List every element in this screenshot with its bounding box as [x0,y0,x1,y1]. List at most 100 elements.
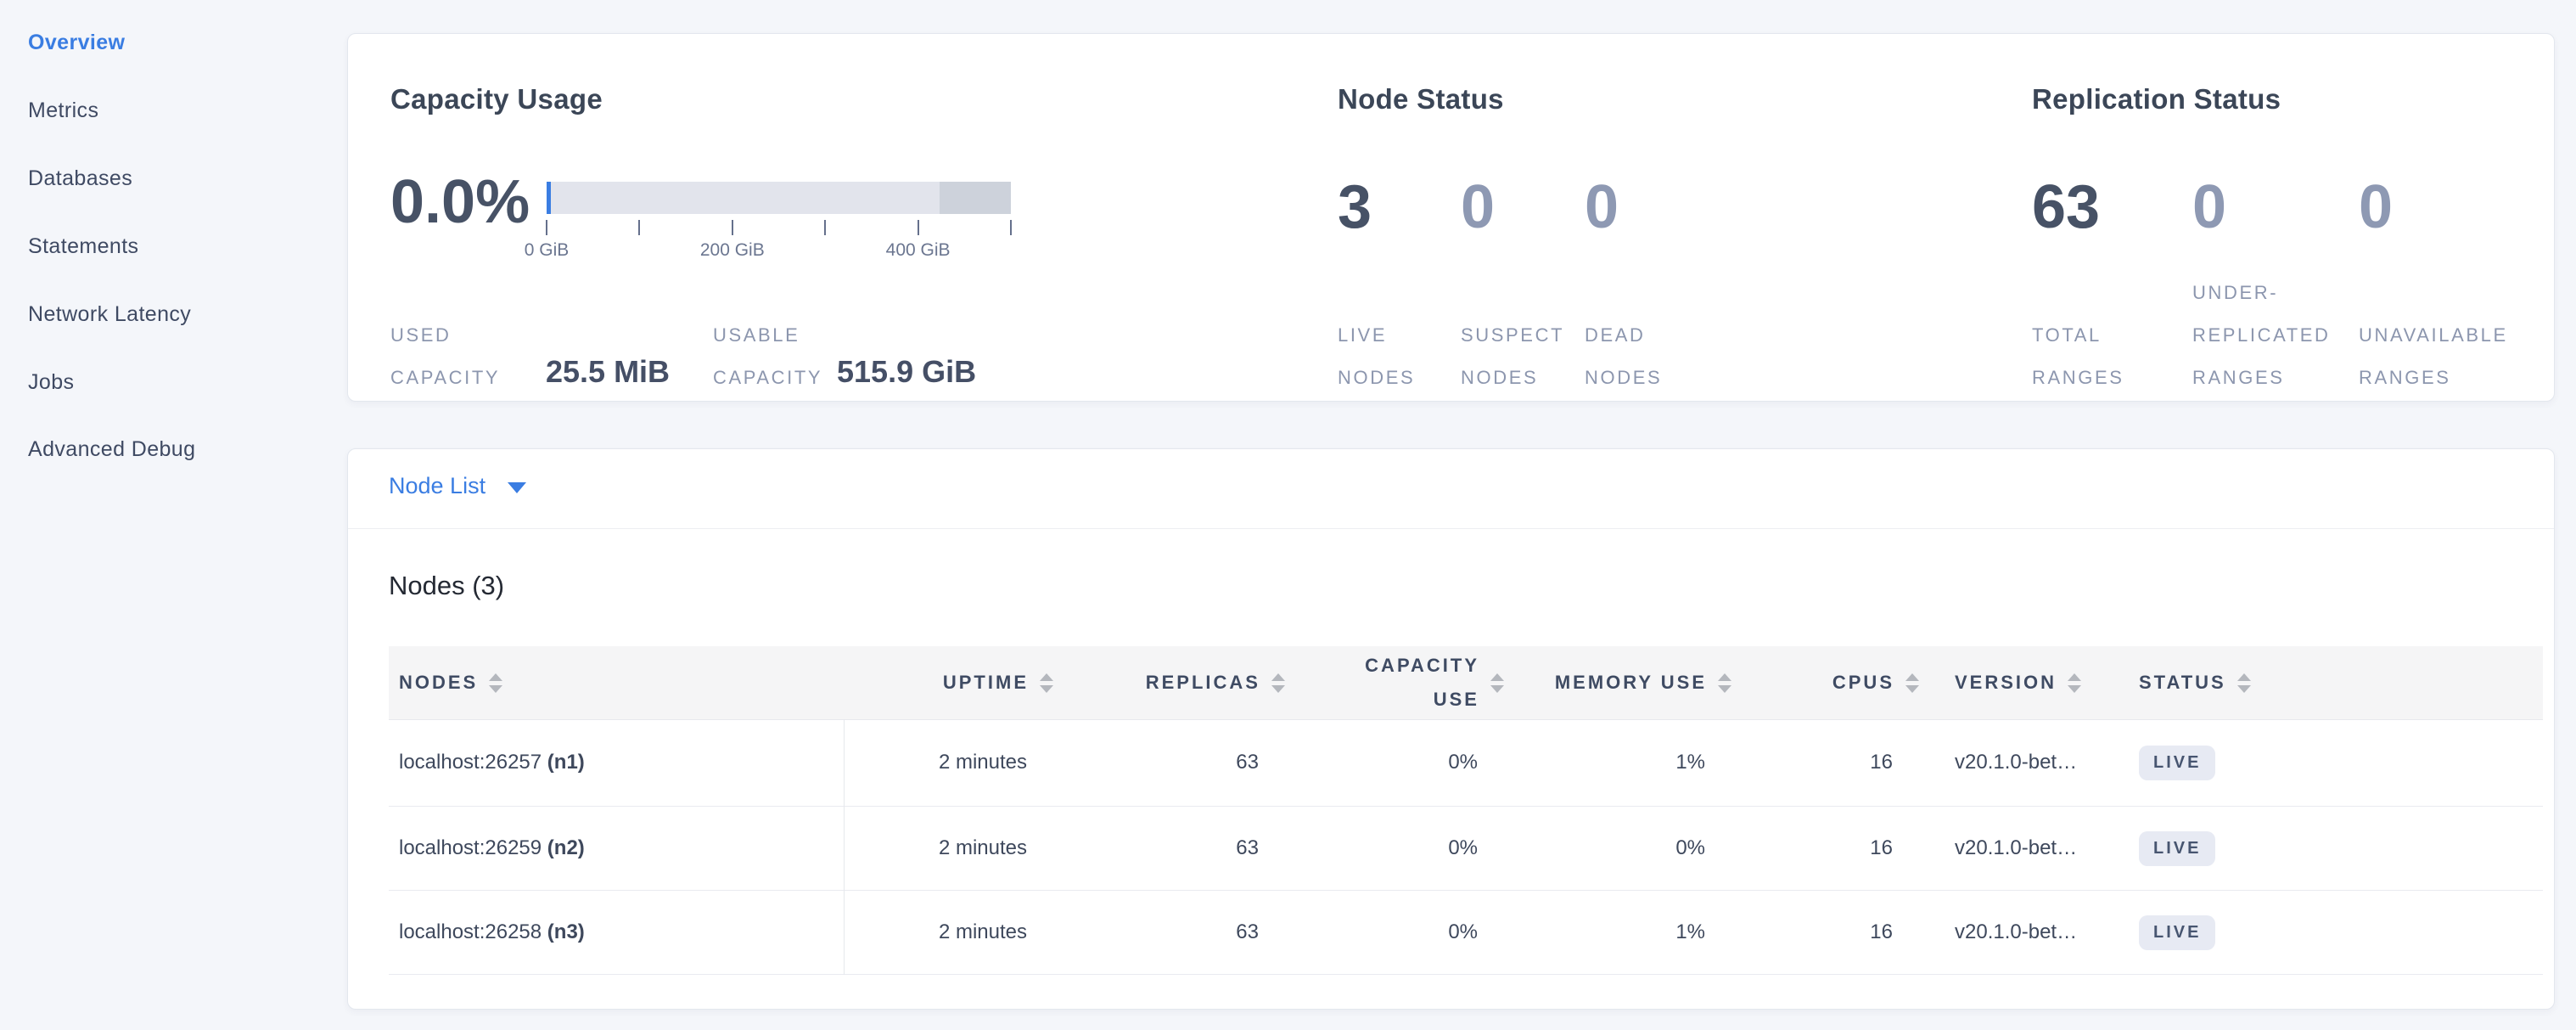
capacity-stat-label: USEDCAPACITY [390,314,500,399]
status-badge: LIVE [2139,831,2215,866]
node-status-stat-label: SUSPECTNODES [1461,314,1564,399]
gauge-used-indicator [547,182,551,214]
status-badge: LIVE [2139,746,2215,780]
replication-stat-label: UNAVAILABLERANGES [2359,314,2508,399]
cell-node-name[interactable]: localhost:26257 (n1) [399,719,585,806]
cell-status: LIVE [2139,807,2215,890]
cell-cpus: 16 [1870,807,1893,890]
sidebar-item-metrics[interactable]: Metrics [28,98,98,127]
node-list-dropdown-label: Node List [389,473,485,499]
cell-uptime: 2 minutes [939,891,1027,974]
col-header-text: NODES [399,666,478,700]
capacity-usage-title: Capacity Usage [390,83,603,115]
capacity-stat-value: 25.5 MiB [546,354,670,390]
gauge-tick [824,220,826,235]
gauge-tick-label: 200 GiB [700,240,765,261]
col-header-text: MEMORY USE [1555,666,1707,700]
col-header-text: STATUS [2139,666,2226,700]
node-list-dropdown[interactable]: Node List [389,473,526,499]
sort-icon [2237,673,2251,693]
gauge-tick [546,220,547,235]
cell-uptime: 2 minutes [939,719,1027,806]
sort-icon [2068,673,2081,693]
replication-status-title: Replication Status [2032,83,2281,115]
col-header-status[interactable]: STATUS [2139,646,2251,719]
cell-memory-use: 0% [1675,807,1705,890]
capacity-stat-label: USABLECAPACITY [713,314,822,399]
cell-cpus: 16 [1870,719,1893,806]
gauge-reserved-segment [940,182,1011,214]
sidebar-item-advanced-debug[interactable]: Advanced Debug [28,437,195,466]
nodes-table-header: NODES UPTIME REPLICAS CAPACITYUSE MEMORY USE… [389,646,2543,720]
col-header-text: UPTIME [943,666,1029,700]
replication-stat-label: UNDER-REPLICATEDRANGES [2192,272,2331,399]
replication-stat-value: 0 [2359,177,2393,238]
gauge-tick-label: 0 GiB [525,240,570,261]
cell-memory-use: 1% [1675,719,1705,806]
col-header-version[interactable]: VERSION [1955,646,2081,719]
node-status-stat-label: DEADNODES [1585,314,1662,399]
col-header-text: CAPACITYUSE [1365,649,1479,717]
sidebar-item-databases[interactable]: Databases [28,166,132,195]
sort-icon [1271,673,1285,693]
overview-page: Overview Metrics Databases Statements Networ… [0,0,2576,1030]
node-status-title: Node Status [1338,83,1504,115]
cell-status: LIVE [2139,719,2215,806]
col-header-text: REPLICAS [1146,666,1260,700]
sidebar-item-statements[interactable]: Statements [28,234,138,263]
nodes-heading: Nodes (3) [389,571,504,601]
cluster-summary-card: Capacity Usage 0.0% 0 GiB200 GiB400 GiB … [347,33,2555,402]
cell-replicas: 63 [1236,807,1259,890]
cell-capacity-use: 0% [1448,891,1478,974]
chevron-down-icon [508,482,526,493]
cell-node-name[interactable]: localhost:26258 (n3) [399,891,585,974]
node-status-stat-value: 0 [1585,177,1619,238]
sidebar: Overview Metrics Databases Statements Networ… [0,0,344,1030]
node-list-card: Node List Nodes (3) NODES UPTIME REPLICAS C… [347,448,2555,1010]
table-row: localhost:26258 (n3)2 minutes630%1%16v20… [389,891,2543,975]
sidebar-item-jobs[interactable]: Jobs [28,370,74,399]
col-header-uptime[interactable]: UPTIME [943,646,1053,719]
cell-cpus: 16 [1870,891,1893,974]
gauge-tick [1010,220,1012,235]
cell-replicas: 63 [1236,719,1259,806]
col-header-replicas[interactable]: REPLICAS [1146,646,1285,719]
gauge-tick [638,220,640,235]
sidebar-item-network-latency[interactable]: Network Latency [28,302,191,331]
sidebar-item-overview[interactable]: Overview [28,31,125,59]
card-divider [348,528,2554,529]
col-header-capacity-use[interactable]: CAPACITYUSE [1365,646,1504,719]
cell-uptime: 2 minutes [939,807,1027,890]
sort-icon [1040,673,1053,693]
cell-version: v20.1.0-bet… [1955,719,2077,806]
node-status-stat-label: LIVENODES [1338,314,1415,399]
col-header-text: VERSION [1955,666,2057,700]
nodes-table-body: localhost:26257 (n1)2 minutes630%1%16v20… [389,719,2543,975]
replication-stat-value: 0 [2192,177,2226,238]
capacity-stat-value: 515.9 GiB [837,354,976,390]
cell-capacity-use: 0% [1448,807,1478,890]
gauge-tick [732,220,733,235]
column-divider [844,719,845,975]
gauge-tick [918,220,919,235]
cell-status: LIVE [2139,891,2215,974]
capacity-percent-value: 0.0% [390,172,530,233]
cell-capacity-use: 0% [1448,719,1478,806]
cell-node-name[interactable]: localhost:26259 (n2) [399,807,585,890]
col-header-memory-use[interactable]: MEMORY USE [1555,646,1731,719]
cell-memory-use: 1% [1675,891,1705,974]
sort-icon [1905,673,1919,693]
col-header-cpus[interactable]: CPUS [1832,646,1919,719]
col-header-nodes[interactable]: NODES [399,646,502,719]
cell-replicas: 63 [1236,891,1259,974]
capacity-gauge [547,182,1011,214]
status-badge: LIVE [2139,915,2215,950]
node-status-stat-value: 3 [1338,177,1372,238]
sort-icon [1490,673,1504,693]
gauge-tick-label: 400 GiB [886,240,951,261]
table-row: localhost:26259 (n2)2 minutes630%0%16v20… [389,807,2543,891]
node-status-stat-value: 0 [1461,177,1495,238]
replication-stat-label: TOTALRANGES [2032,314,2124,399]
sort-icon [489,673,502,693]
col-header-text: CPUS [1832,666,1894,700]
